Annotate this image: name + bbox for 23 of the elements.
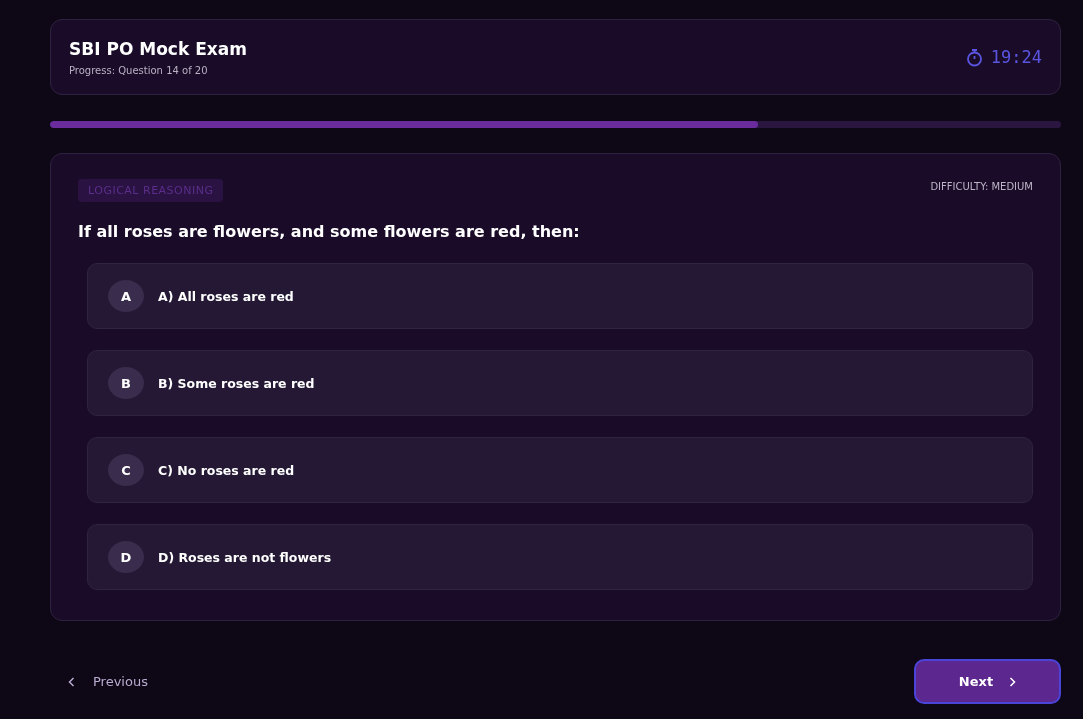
category-tag: LOGICAL REASONING [78,179,224,202]
question-text: If all roses are flowers, and some flowers are red, then: [78,222,581,241]
answer-option[interactable]: D D) Roses are not flowers [87,524,1033,590]
option-text: A) All roses are red [158,288,294,304]
option-letter: A [108,280,144,312]
previous-button[interactable]: Previous [68,674,148,689]
answer-option[interactable]: B B) Some roses are red [87,350,1033,416]
option-text: B) Some roses are red [158,375,315,391]
answer-option[interactable]: A A) All roses are red [87,263,1033,329]
stopwatch-icon [965,47,983,67]
chevron-right-icon [1009,676,1017,687]
timer-text: 19:24 [990,47,1042,67]
option-letter: D [108,541,144,573]
option-letter: C [108,454,144,486]
option-text: C) No roses are red [158,462,295,478]
progress-text: Progress: Question 14 of 20 [69,64,209,76]
chevron-left-icon [68,676,75,687]
difficulty-label: DIFFICULTY: MEDIUM [930,181,1033,192]
exam-title: SBI PO Mock Exam [69,38,247,59]
next-button[interactable]: Next [914,659,1061,704]
answer-option[interactable]: C C) No roses are red [87,437,1033,503]
option-text: D) Roses are not flowers [158,549,332,565]
option-letter: B [108,367,144,399]
